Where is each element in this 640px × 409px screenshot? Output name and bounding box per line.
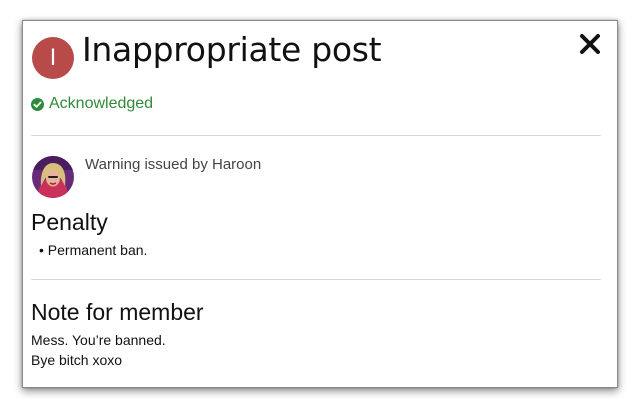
avatar: I — [32, 37, 74, 79]
divider — [31, 279, 601, 280]
note-line: Bye bitch xoxo — [31, 352, 123, 368]
note-line: Mess. You’re banned. — [31, 332, 166, 348]
close-icon[interactable] — [577, 31, 603, 57]
warning-issued-by: Warning issued by Haroon — [85, 156, 262, 173]
page-title: Inappropriate post — [82, 30, 382, 69]
avatar-initial: I — [49, 45, 57, 71]
status-label: Acknowledged — [49, 95, 154, 112]
user-avatar-image — [32, 156, 74, 198]
status-badge: Acknowledged — [31, 95, 153, 113]
warning-dialog: I Inappropriate post Acknowledged Warnin… — [22, 20, 618, 388]
user-avatar[interactable] — [32, 156, 74, 198]
penalty-heading: Penalty — [31, 209, 108, 235]
divider — [31, 135, 601, 136]
note-heading: Note for member — [31, 299, 204, 325]
penalty-item: Permanent ban. — [47, 242, 148, 258]
list-item: • Permanent ban. — [39, 242, 148, 258]
check-circle-icon — [31, 97, 44, 111]
close-button[interactable] — [577, 31, 603, 57]
